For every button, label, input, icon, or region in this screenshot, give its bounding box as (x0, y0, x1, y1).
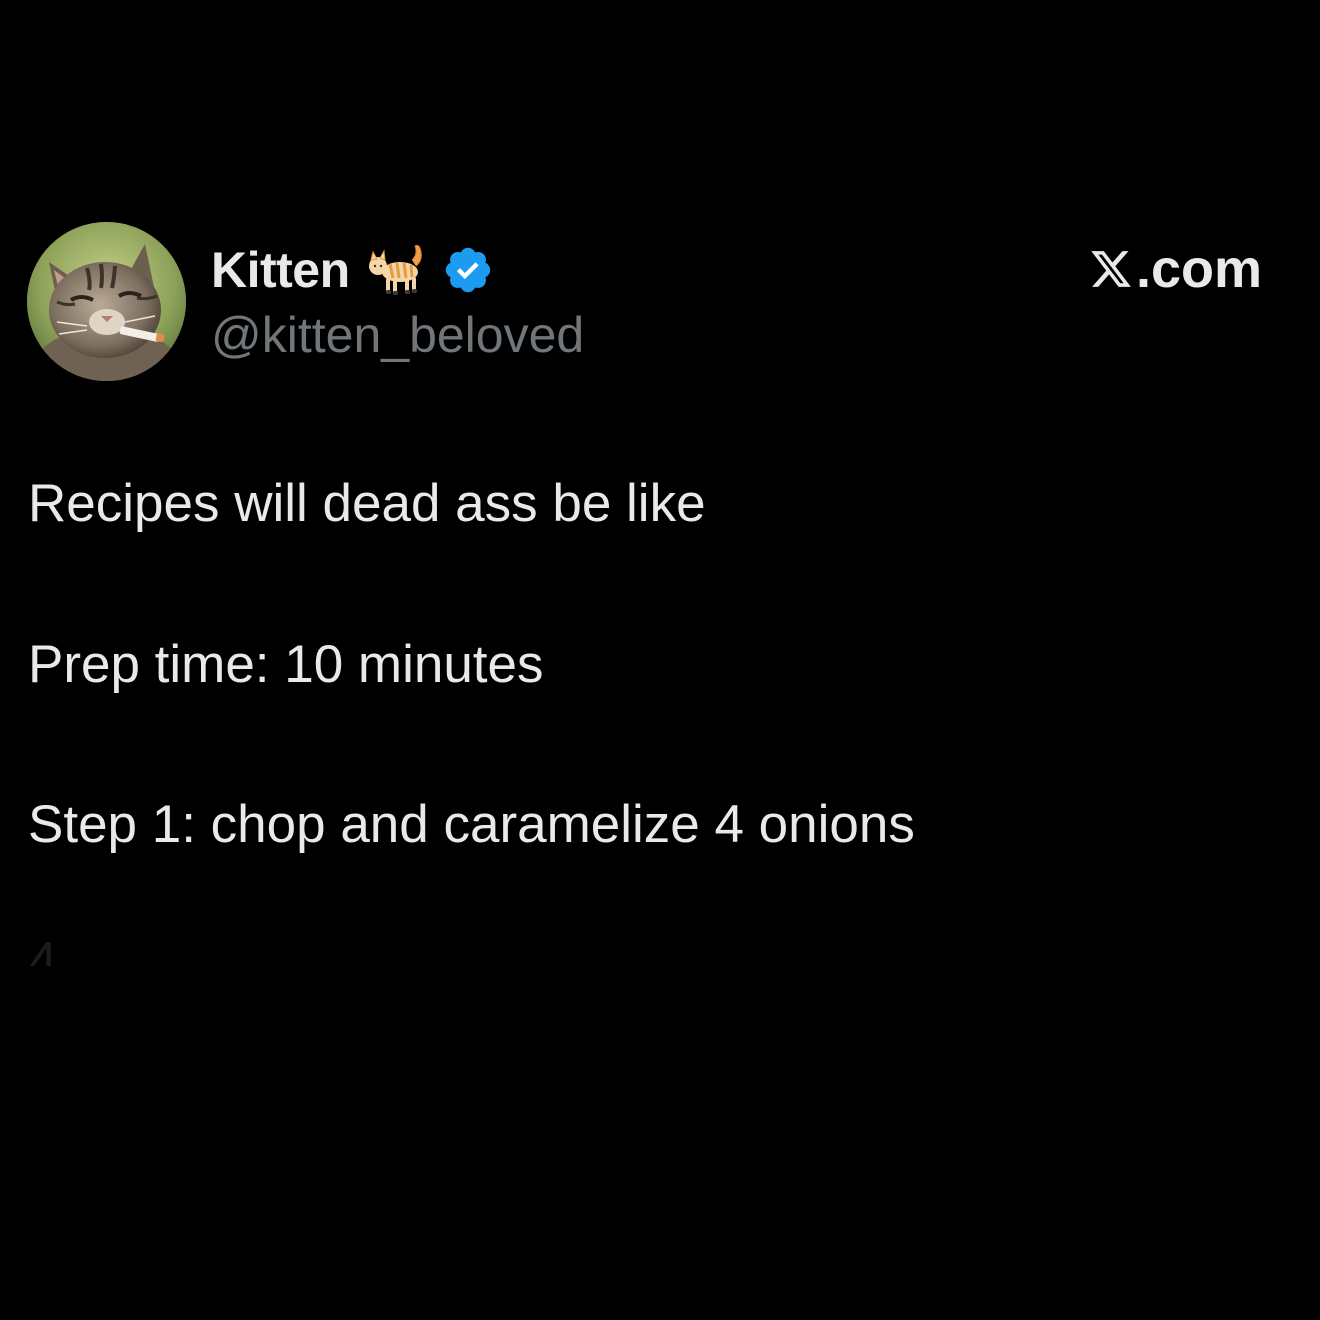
author-name-row[interactable]: Kitten (211, 238, 494, 302)
tweet-text-line: Step 1: chop and caramelize 4 onions (28, 795, 915, 854)
tweet-text-line-faded: 4 (28, 932, 58, 966)
author-handle[interactable]: @kitten_beloved (211, 305, 584, 365)
display-name[interactable]: Kitten (211, 245, 350, 295)
kitten-avatar-image (27, 222, 186, 381)
cat-emoji-icon (364, 240, 428, 300)
verified-badge-icon[interactable] (442, 244, 494, 296)
tweet-text-line: Prep time: 10 minutes (28, 635, 544, 694)
site-domain-text: .com (1135, 239, 1262, 299)
tweet-text-line: Recipes will dead ass be like (28, 474, 706, 533)
site-watermark: .com (1088, 239, 1262, 299)
avatar[interactable] (27, 222, 186, 381)
x-logo-icon (1088, 244, 1134, 288)
